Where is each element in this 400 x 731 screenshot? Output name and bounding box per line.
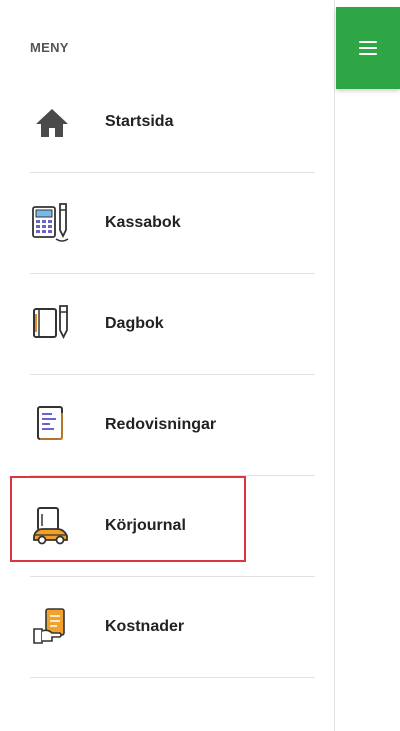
menu-toggle-button[interactable] [336,7,400,89]
sidebar-menu: MENY Startsida Kassabok Dagbok Redovisni… [0,0,335,731]
menu-item-label: Redovisningar [105,416,217,433]
menu-item-dagbok[interactable]: Dagbok [30,274,315,375]
home-icon [30,100,74,144]
menu-item-redovisningar[interactable]: Redovisningar [30,375,315,476]
menu-item-label: Startsida [105,113,174,130]
hamburger-icon [359,41,377,55]
menu-item-kassabok[interactable]: Kassabok [30,173,315,274]
menu-item-label: Körjournal [105,517,186,534]
menu-item-korjournal[interactable]: Körjournal [30,476,315,577]
document-icon [30,403,74,447]
car-logbook-icon [30,504,74,548]
menu-heading: MENY [30,40,69,55]
notebook-pen-icon [30,302,74,346]
menu-list: Startsida Kassabok Dagbok Redovisningar … [30,72,315,678]
hand-receipt-icon [30,605,74,649]
menu-item-label: Dagbok [105,315,164,332]
menu-item-label: Kostnader [105,618,185,635]
calculator-pen-icon [30,201,74,245]
menu-item-label: Kassabok [105,214,181,231]
menu-item-startsida[interactable]: Startsida [30,72,315,173]
menu-item-kostnader[interactable]: Kostnader [30,577,315,678]
